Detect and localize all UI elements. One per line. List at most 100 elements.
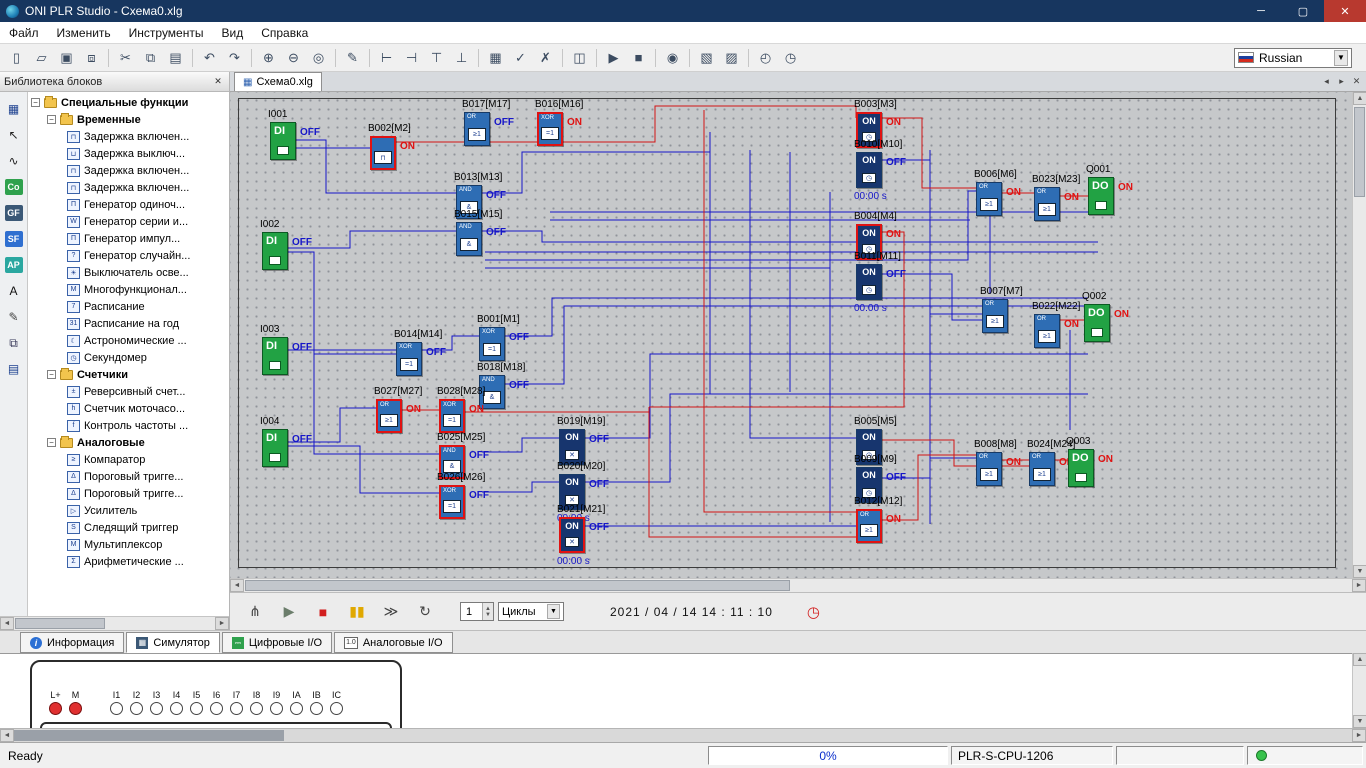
tree-hscrollbar[interactable]: ◄ ►	[0, 616, 229, 630]
input-led-ib[interactable]: IB	[307, 690, 326, 715]
block-B028[M28][interactable]: XOR=1	[439, 399, 465, 433]
connect-test-icon[interactable]: ⋔	[242, 600, 268, 624]
tree-item[interactable]: ⊓Задержка включен...	[28, 128, 229, 145]
input-led-ia[interactable]: IA	[287, 690, 306, 715]
tree-folder-1[interactable]: −Временные	[28, 111, 229, 128]
canvas-vscrollbar[interactable]: ▲ ▼	[1352, 92, 1366, 578]
tree-item[interactable]: hСчетчик моточасо...	[28, 400, 229, 417]
schematic-canvas[interactable]: DII001OFFDII002OFFDII003OFFDII004OFF⊓B00…	[230, 92, 1352, 578]
verify-on-icon[interactable]: ✓	[509, 47, 532, 69]
canvas-hscrollbar[interactable]: ◄ ►	[230, 578, 1366, 592]
library-book-icon[interactable]: ▤	[3, 358, 25, 380]
library-close-icon[interactable]: ✕	[211, 75, 225, 89]
tree-item[interactable]: WГенератор серии и...	[28, 213, 229, 230]
tree-item[interactable]: ⊓Задержка включен...	[28, 179, 229, 196]
scroll-up-icon[interactable]: ▲	[1353, 92, 1366, 105]
block-Q003[interactable]: DO	[1068, 449, 1094, 487]
tree-expander-icon[interactable]: −	[47, 370, 56, 379]
block-B015[M15][interactable]: AND&	[456, 222, 482, 256]
scroll-up-icon[interactable]: ▲	[1353, 653, 1366, 666]
tree-item[interactable]: MМногофункционал...	[28, 281, 229, 298]
input-led-i1[interactable]: I1	[107, 690, 126, 715]
bottom-tab-цифровые-i-o[interactable]: ⎓Цифровые I/O	[222, 632, 332, 653]
canvas-vscroll-thumb[interactable]	[1354, 107, 1365, 197]
block-B023[M23][interactable]: OR≥1	[1034, 187, 1060, 221]
block-B012[M12][interactable]: OR≥1	[856, 509, 882, 543]
save-icon[interactable]: ▣	[55, 47, 78, 69]
tree-item[interactable]: ΔПороговый тригге...	[28, 485, 229, 502]
zoom-fit-icon[interactable]: ◎	[307, 47, 330, 69]
flowchart-tool-icon[interactable]: ⧉	[3, 332, 25, 354]
align-top-icon[interactable]: ⊤	[425, 47, 448, 69]
block-B016[M16][interactable]: XOR=1	[537, 112, 563, 146]
stop-icon[interactable]: ■	[627, 47, 650, 69]
tree-item[interactable]: ◷Секундомер	[28, 349, 229, 366]
block-I004[interactable]: DI	[262, 429, 288, 467]
sim-hscroll-thumb[interactable]	[14, 730, 284, 741]
block-B026[M26][interactable]: XOR=1	[439, 485, 465, 519]
block-I001[interactable]: DI	[270, 122, 296, 160]
tree-item[interactable]: ⊓Задержка включен...	[28, 162, 229, 179]
tree-folder-3[interactable]: −Аналоговые	[28, 434, 229, 451]
tree-item[interactable]: ±Реверсивный счет...	[28, 383, 229, 400]
input-led-i9[interactable]: I9	[267, 690, 286, 715]
menu-item-3[interactable]: Инструменты	[120, 24, 213, 42]
scroll-left-icon[interactable]: ◄	[230, 579, 244, 592]
connector-tool-icon[interactable]: ∿	[3, 150, 25, 172]
input-led-ic[interactable]: IC	[327, 690, 346, 715]
tree-item[interactable]: ΣАрифметические ...	[28, 553, 229, 570]
tree-item[interactable]: SСледящий триггер	[28, 519, 229, 536]
input-led-i8[interactable]: I8	[247, 690, 266, 715]
cycle-count-input[interactable]: 1 ▲▼	[460, 602, 494, 621]
tree-item[interactable]: ▷Усилитель	[28, 502, 229, 519]
save-all-icon[interactable]: ⧈	[80, 47, 103, 69]
alarm-clock-icon[interactable]: ◷	[807, 603, 820, 621]
undo-icon[interactable]: ↶	[198, 47, 221, 69]
scroll-right-icon[interactable]: ►	[215, 617, 229, 630]
tab-scroll-right-icon[interactable]: ▸	[1334, 74, 1349, 89]
document-tab[interactable]: ▦ Схема0.xlg	[234, 72, 322, 91]
bottom-tab-симулятор[interactable]: ▦Симулятор	[126, 632, 220, 653]
block-I003[interactable]: DI	[262, 337, 288, 375]
select-cursor-icon[interactable]: ↖	[3, 124, 25, 146]
sim-pause-icon[interactable]: ▮▮	[344, 600, 370, 624]
block-B007[M7][interactable]: OR≥1	[982, 299, 1008, 333]
copy-icon[interactable]: ⧉	[139, 47, 162, 69]
bottom-tab-информация[interactable]: iИнформация	[20, 632, 124, 653]
block-Q001[interactable]: DO	[1088, 177, 1114, 215]
block-B011[M11][interactable]: ON◷	[856, 264, 882, 300]
tree-item[interactable]: ≥Компаратор	[28, 451, 229, 468]
export-image-icon[interactable]: ▧	[695, 47, 718, 69]
align-bottom-icon[interactable]: ⊥	[450, 47, 473, 69]
clock-set-icon[interactable]: ◴	[754, 47, 777, 69]
block-B019[M19][interactable]: ON✕	[559, 429, 585, 465]
symbol-table-icon[interactable]: ◫	[568, 47, 591, 69]
tree-folder-2[interactable]: −Счетчики	[28, 366, 229, 383]
grid-icon[interactable]: ▦	[484, 47, 507, 69]
tree-hscroll-thumb[interactable]	[15, 618, 105, 629]
tree-expander-icon[interactable]: −	[47, 115, 56, 124]
menu-item-4[interactable]: Вид	[212, 24, 252, 42]
tree-item[interactable]: ?Генератор случайн...	[28, 247, 229, 264]
block-B002[M2][interactable]: ⊓	[370, 136, 396, 170]
input-led-i4[interactable]: I4	[167, 690, 186, 715]
input-led-i7[interactable]: I7	[227, 690, 246, 715]
verify-off-icon[interactable]: ✗	[534, 47, 557, 69]
block-B022[M22][interactable]: OR≥1	[1034, 314, 1060, 348]
input-led-i3[interactable]: I3	[147, 690, 166, 715]
sim-play-icon[interactable]: ▶	[276, 600, 302, 624]
input-led-i5[interactable]: I5	[187, 690, 206, 715]
maximize-button[interactable]: ▢	[1282, 0, 1324, 22]
language-select[interactable]: Russian ▼	[1234, 48, 1352, 68]
block-B027[M27][interactable]: OR≥1	[376, 399, 402, 433]
scroll-down-icon[interactable]: ▼	[1353, 715, 1366, 728]
tree-item[interactable]: MМультиплексор	[28, 536, 229, 553]
special-functions-group-icon[interactable]: SF	[3, 228, 25, 250]
menu-item-1[interactable]: Файл	[0, 24, 48, 42]
tab-close-icon[interactable]: ✕	[1349, 74, 1364, 89]
spinner-icons[interactable]: ▲▼	[482, 603, 493, 620]
tree-expander-icon[interactable]: −	[31, 98, 40, 107]
tree-item[interactable]: ПГенератор одиноч...	[28, 196, 229, 213]
zoom-out-icon[interactable]: ⊖	[282, 47, 305, 69]
scroll-down-icon[interactable]: ▼	[1353, 565, 1366, 578]
